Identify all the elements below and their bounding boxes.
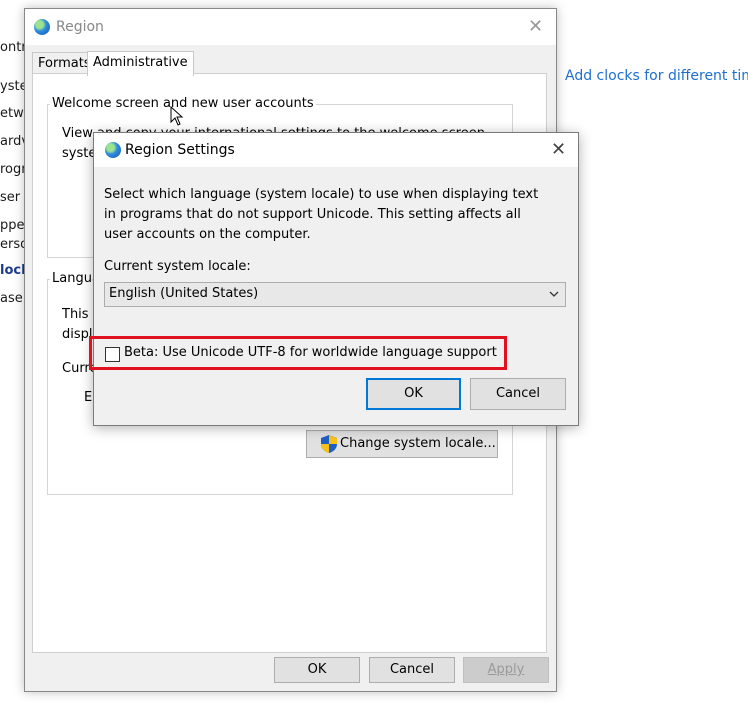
control-panel-titlebar: [0, 0, 748, 8]
chevron-down-icon: [549, 291, 559, 297]
globe-icon: [105, 142, 121, 158]
globe-icon: [34, 19, 50, 35]
tab-administrative[interactable]: Administrative: [87, 51, 194, 76]
ok-button[interactable]: OK: [366, 378, 461, 410]
shield-icon: [321, 435, 337, 453]
change-system-locale-button[interactable]: Change system locale...: [306, 430, 498, 458]
highlight-box: [89, 336, 507, 370]
sidebar-item[interactable]: etw: [0, 106, 24, 121]
close-icon[interactable]: ✕: [528, 18, 543, 36]
sidebar-item[interactable]: erso: [0, 237, 24, 252]
sidebar-item[interactable]: ppe: [0, 218, 24, 233]
ok-button[interactable]: OK: [274, 657, 360, 683]
sidebar-item-active[interactable]: lock: [0, 263, 24, 278]
sidebar-item[interactable]: yste: [0, 79, 24, 94]
sidebar-item[interactable]: ser A: [0, 190, 24, 205]
region-settings-titlebar: Region Settings ✕: [94, 133, 578, 167]
locale-description: Select which language (system locale) to…: [104, 187, 539, 242]
mouse-cursor-icon: [170, 106, 184, 126]
cancel-button[interactable]: Cancel: [470, 378, 566, 410]
region-titlebar: Region ✕: [25, 9, 556, 45]
system-locale-value: English (United States): [109, 286, 259, 301]
welcome-text-2: syste: [62, 146, 97, 161]
add-clocks-link[interactable]: Add clocks for different time: [565, 68, 748, 84]
control-panel-sidebar: ontr yste etw ardv rogr ser A ppe erso l…: [0, 0, 24, 705]
sidebar-item[interactable]: ardv: [0, 134, 24, 149]
sidebar-item[interactable]: ase o: [0, 291, 24, 306]
current-locale-label: Current system locale:: [104, 259, 251, 274]
sidebar-item[interactable]: rogr: [0, 162, 24, 177]
apply-button[interactable]: Apply: [463, 657, 549, 683]
region-settings-dialog: Region Settings ✕ Select which language …: [93, 132, 579, 426]
change-system-locale-label: Change system locale...: [340, 436, 496, 451]
close-icon[interactable]: ✕: [551, 141, 566, 159]
region-title: Region: [56, 19, 104, 35]
region-settings-title: Region Settings: [125, 142, 235, 158]
cancel-button[interactable]: Cancel: [369, 657, 455, 683]
sidebar-item[interactable]: ontr: [0, 40, 24, 55]
system-locale-select[interactable]: English (United States): [104, 282, 566, 307]
